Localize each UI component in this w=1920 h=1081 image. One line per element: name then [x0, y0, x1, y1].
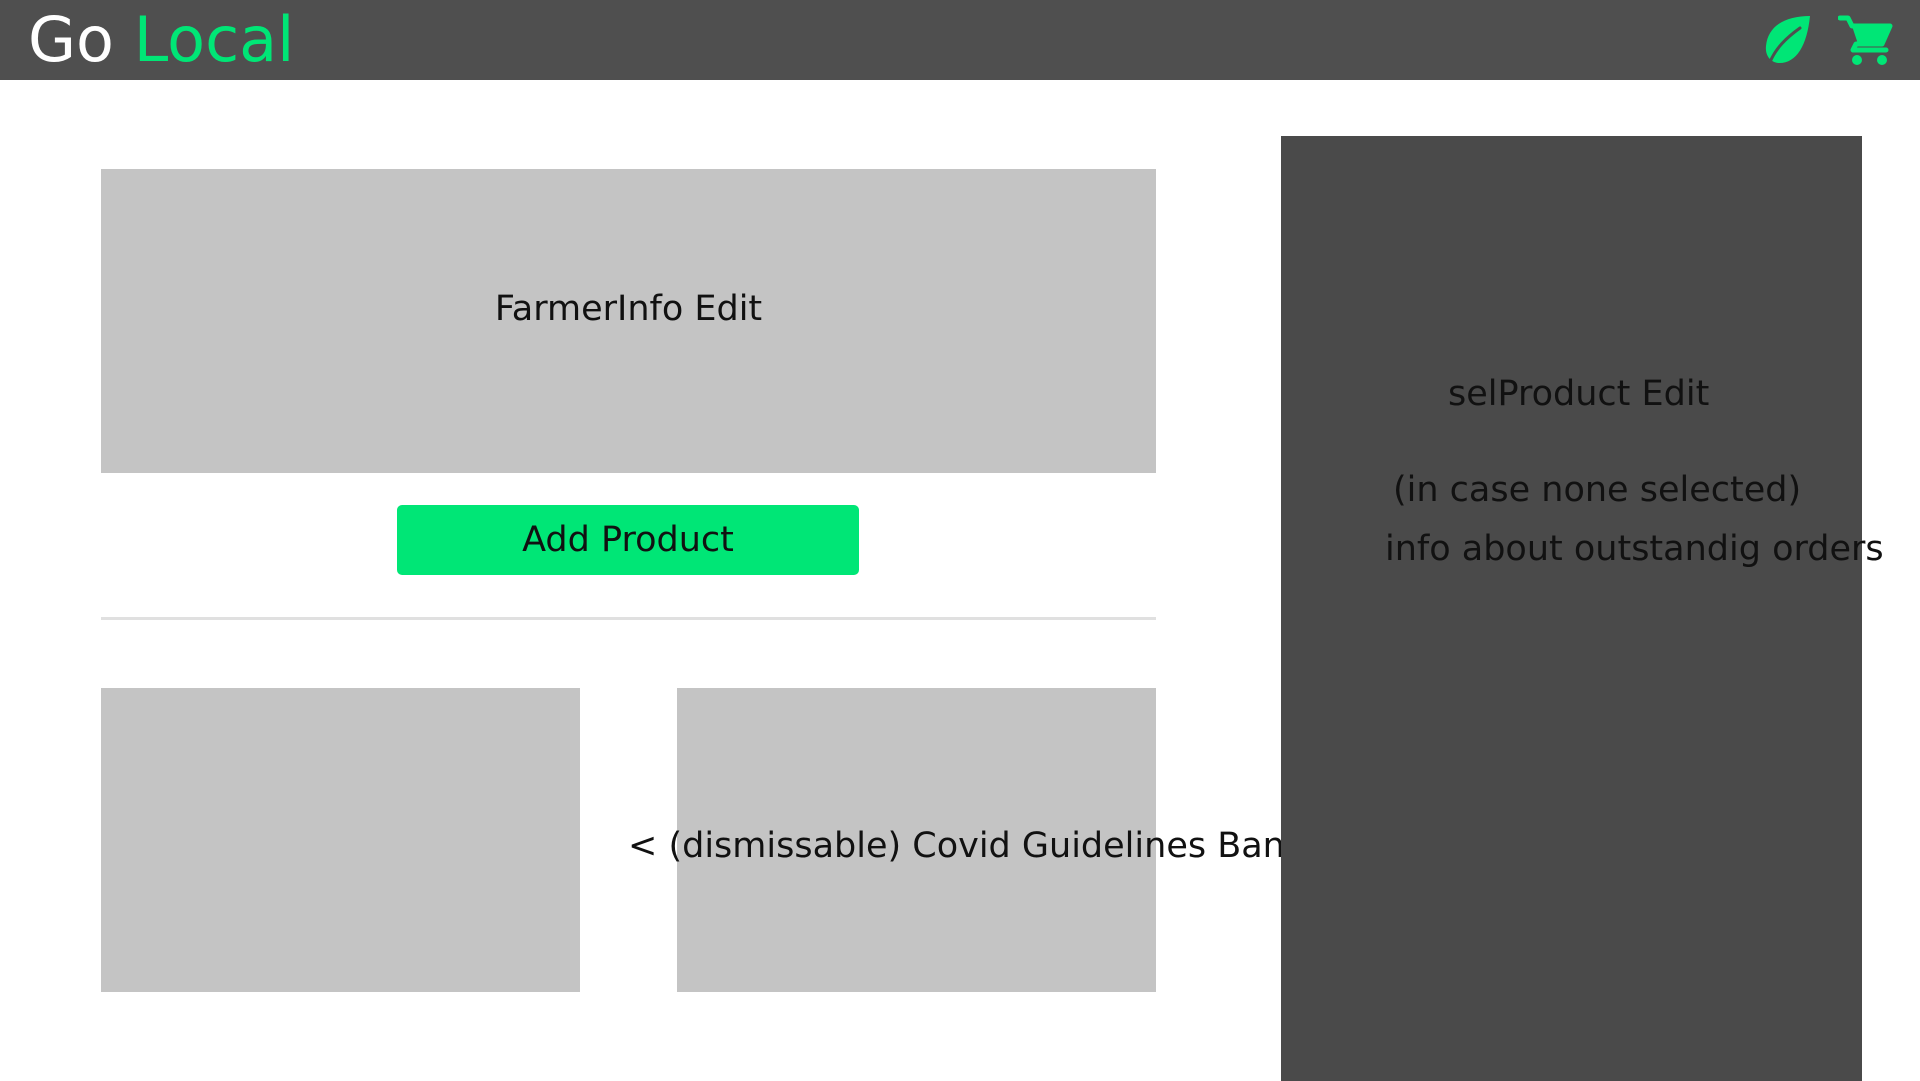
no-selection-note: (in case none selected): [1393, 470, 1802, 510]
selected-product-edit-panel: selProduct Edit (in case none selected) …: [1281, 136, 1884, 1081]
farmer-info-edit-label: FarmerInfo Edit: [494, 289, 763, 329]
leaf-icon[interactable]: [1760, 12, 1816, 68]
section-divider: [101, 617, 1156, 620]
outstanding-orders-info: info about outstandig orders: [1385, 529, 1884, 569]
add-product-button[interactable]: Add Product: [397, 505, 859, 575]
cart-icon[interactable]: [1838, 12, 1894, 68]
app-logo[interactable]: Go Local: [28, 4, 294, 76]
brand-local-text: Local: [133, 3, 295, 76]
brand-go-text: Go: [28, 3, 114, 76]
product-card[interactable]: [101, 688, 580, 992]
farmer-info-edit-panel[interactable]: FarmerInfo Edit: [101, 169, 1156, 473]
page: Go Local FarmerInfo Edit Add Product < (…: [0, 0, 1920, 1081]
covid-guidelines-banner[interactable]: < (dismissable) Covid Guidelines Banner>: [628, 826, 1372, 866]
selected-product-edit-title: selProduct Edit: [1448, 374, 1710, 414]
top-header: Go Local: [0, 0, 1920, 80]
